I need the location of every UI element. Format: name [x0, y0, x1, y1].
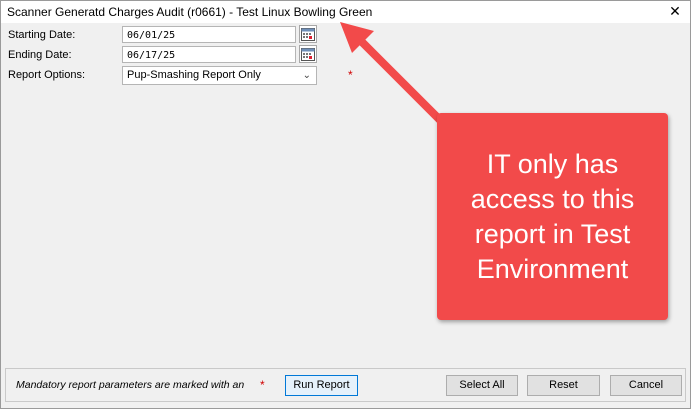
annotation-callout: IT only has access to this report in Tes… [437, 113, 668, 320]
callout-text: IT only has access to this report in Tes… [470, 148, 635, 284]
